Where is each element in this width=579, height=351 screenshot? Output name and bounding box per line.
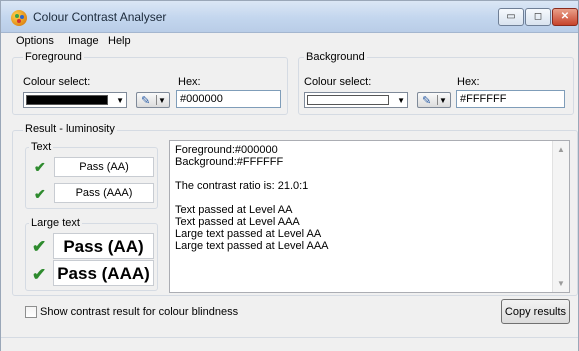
bg-hex-input[interactable] <box>456 90 565 108</box>
result-lines: Foreground:#000000 Background:#FFFFFF Th… <box>175 144 329 252</box>
result-line-foreground: Foreground:#000000 <box>175 144 278 156</box>
app-palette-icon <box>11 10 27 26</box>
result-textarea[interactable]: Foreground:#000000 Background:#FFFFFF Th… <box>169 140 570 293</box>
checkmark-icon: ✔ <box>32 237 47 256</box>
menu-help[interactable]: Help <box>108 35 131 47</box>
divider <box>156 95 157 105</box>
checkmark-icon: ✔ <box>32 265 47 284</box>
colour-blindness-checkbox[interactable] <box>25 306 37 318</box>
result-line-text-aa: Text passed at Level AA <box>175 204 293 216</box>
fg-hex-input[interactable] <box>176 90 281 108</box>
title-bar: Colour Contrast Analyser ▭ ◻ ✕ <box>1 1 578 33</box>
text-group-label: Text <box>29 141 54 153</box>
eyedropper-icon: ✎ <box>422 95 432 107</box>
background-group-label: Background <box>304 51 367 63</box>
scroll-down-icon[interactable]: ▼ <box>557 279 565 288</box>
bg-eyedropper-button[interactable]: ✎ ▼ <box>417 92 451 108</box>
text-pass-aa: Pass (AA) <box>54 157 154 177</box>
close-button[interactable]: ✕ <box>552 8 578 26</box>
menu-options[interactable]: Options <box>16 35 54 47</box>
colour-blindness-label[interactable]: Show contrast result for colour blindnes… <box>40 306 238 318</box>
result-line-text-aaa: Text passed at Level AAA <box>175 216 300 228</box>
status-bar <box>1 337 578 351</box>
vertical-scrollbar[interactable]: ▲ ▼ <box>552 141 569 292</box>
menu-bar: Options Image Help <box>1 33 578 51</box>
chevron-down-icon: ▼ <box>116 96 124 105</box>
bg-colour-select-label: Colour select: <box>304 76 372 88</box>
large-pass-aaa: Pass (AAA) <box>53 260 154 286</box>
result-group-label: Result - luminosity <box>23 123 117 135</box>
large-pass-aa: Pass (AA) <box>53 233 154 259</box>
app-window: Colour Contrast Analyser ▭ ◻ ✕ Options I… <box>0 0 579 351</box>
result-line-ratio: The contrast ratio is: 21.0:1 <box>175 180 309 192</box>
foreground-group-label: Foreground <box>23 51 84 63</box>
bg-colour-select[interactable]: ▼ <box>304 92 408 108</box>
text-pass-aaa: Pass (AAA) <box>54 183 154 203</box>
chevron-down-icon: ▼ <box>439 96 447 105</box>
checkmark-icon: ✔ <box>34 186 46 202</box>
window-title: Colour Contrast Analyser <box>33 10 167 24</box>
bg-colour-swatch <box>307 95 389 105</box>
checkmark-icon: ✔ <box>34 159 46 175</box>
menu-image[interactable]: Image <box>68 35 99 47</box>
minimize-button[interactable]: ▭ <box>498 8 524 26</box>
result-line-blank <box>175 192 329 204</box>
chevron-down-icon: ▼ <box>397 96 405 105</box>
fg-colour-swatch <box>26 95 108 105</box>
result-line-large-aaa: Large text passed at Level AAA <box>175 240 329 252</box>
chevron-down-icon: ▼ <box>158 96 166 105</box>
result-line-large-aa: Large text passed at Level AA <box>175 228 322 240</box>
result-line-background: Background:#FFFFFF <box>175 156 284 168</box>
fg-colour-select[interactable]: ▼ <box>23 92 127 108</box>
fg-eyedropper-button[interactable]: ✎ ▼ <box>136 92 170 108</box>
divider <box>437 95 438 105</box>
fg-colour-select-label: Colour select: <box>23 76 91 88</box>
eyedropper-icon: ✎ <box>141 95 151 107</box>
scroll-up-icon[interactable]: ▲ <box>557 145 565 154</box>
result-line-blank <box>175 168 329 180</box>
copy-results-button[interactable]: Copy results <box>501 299 570 324</box>
bg-hex-label: Hex: <box>457 76 480 88</box>
large-text-group-label: Large text <box>29 217 82 229</box>
fg-hex-label: Hex: <box>178 76 201 88</box>
maximize-button[interactable]: ◻ <box>525 8 551 26</box>
